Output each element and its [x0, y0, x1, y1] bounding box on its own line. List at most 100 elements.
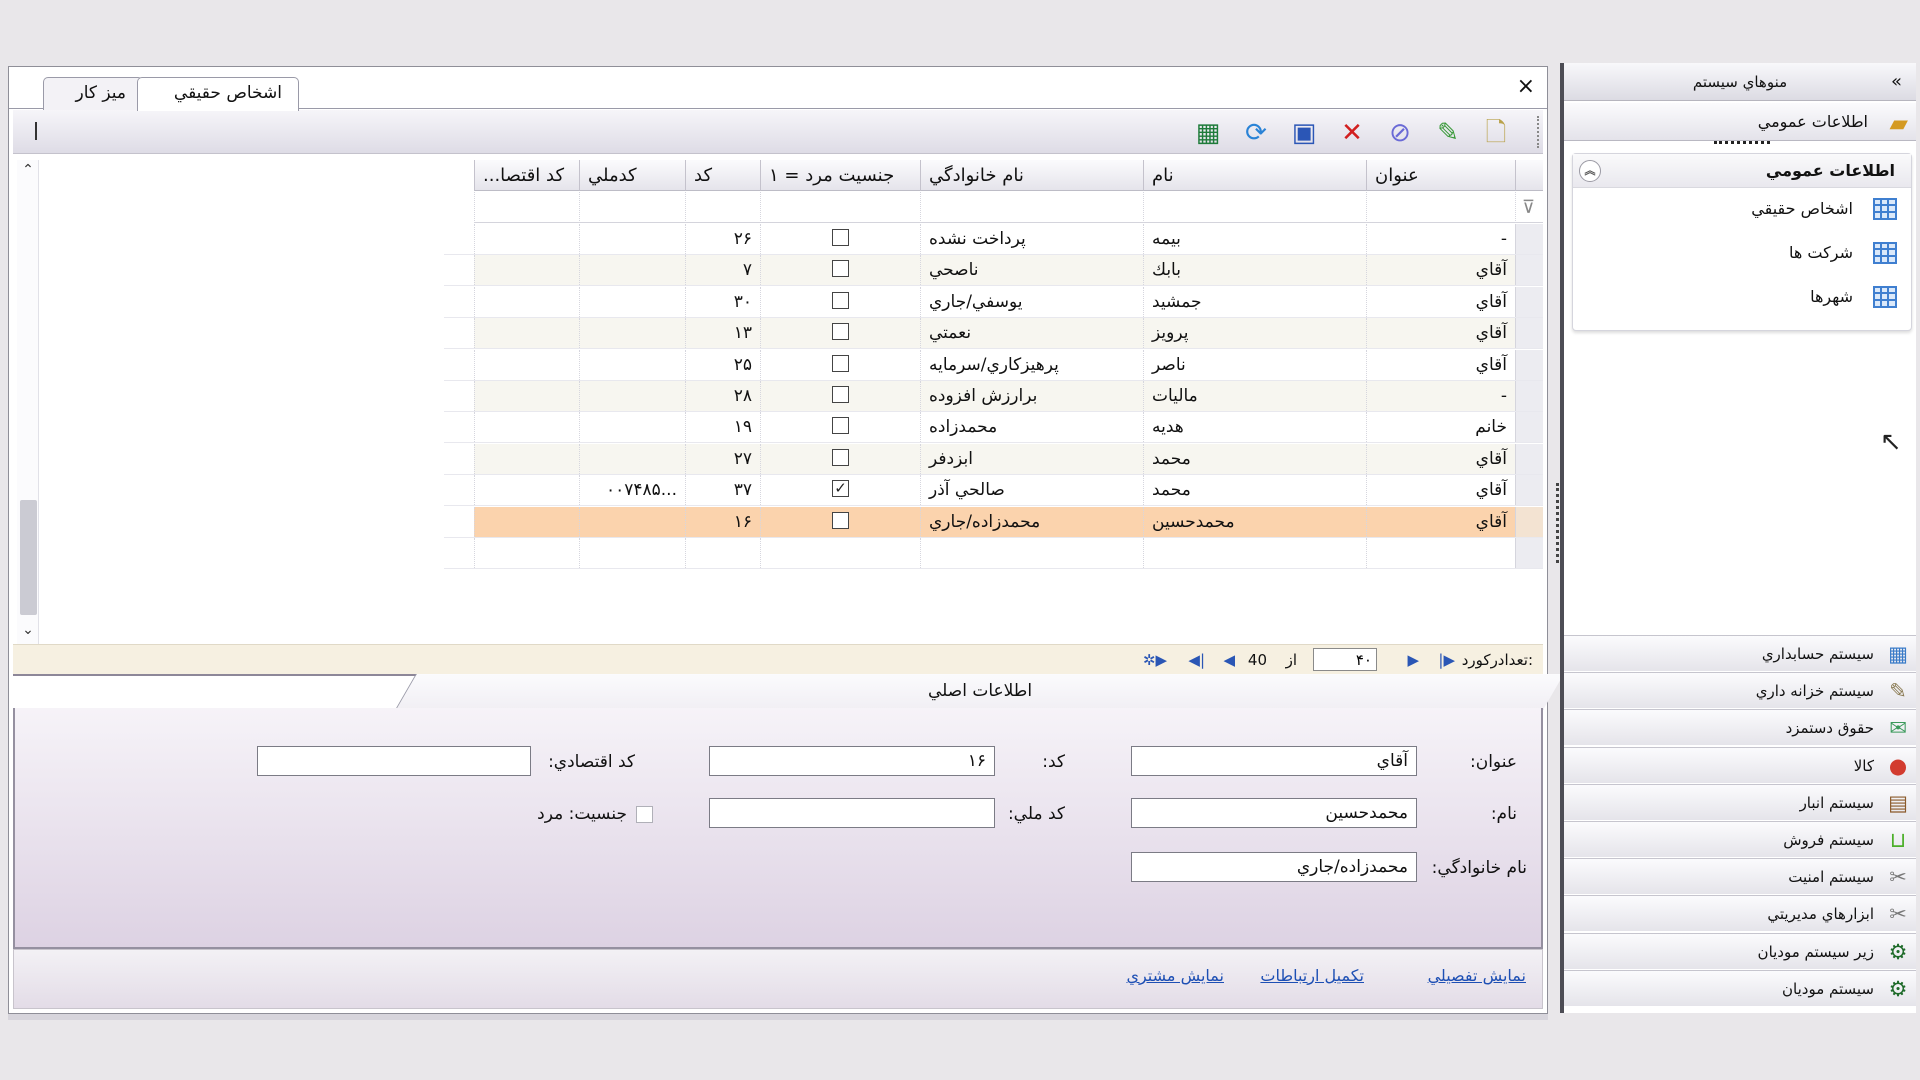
cell-economic-code[interactable]	[474, 255, 579, 286]
horizontal-scrollbar[interactable]	[8, 1014, 1548, 1020]
first-page-icon[interactable]: |◀	[1188, 649, 1205, 671]
table-row[interactable]: آقاي ناصر پرهيزكاري/سرمايه ۲۵	[444, 349, 1543, 381]
row-indicator[interactable]	[1515, 224, 1543, 254]
cell-national-code[interactable]	[579, 286, 685, 317]
cell-gender[interactable]	[760, 381, 920, 411]
toolbar-grip[interactable]	[1537, 116, 1541, 148]
header-title[interactable]: عنوان	[1366, 160, 1515, 191]
filter-cell[interactable]	[1366, 192, 1515, 223]
table-row[interactable]: آقاي پرويز نعمتي ۱۳	[444, 318, 1543, 350]
filter-cell[interactable]	[760, 192, 920, 223]
cell-last-name[interactable]: پرداخت نشده	[920, 224, 1143, 254]
cell-national-code[interactable]	[579, 349, 685, 380]
filter-cell[interactable]	[1143, 192, 1366, 223]
group-splitter[interactable]	[1714, 141, 1770, 147]
tree-item-cities[interactable]: شهرها	[1573, 282, 1911, 312]
cell-gender[interactable]	[760, 318, 920, 349]
cell-title[interactable]: آقاي	[1366, 349, 1515, 380]
vertical-scrollbar[interactable]: ⌃ ⌄	[17, 160, 39, 644]
cell-economic-code[interactable]	[474, 412, 579, 443]
cell-gender[interactable]	[760, 286, 920, 317]
cell-first-name[interactable]: هديه	[1143, 412, 1366, 443]
empty-cell[interactable]	[685, 538, 760, 568]
cell-last-name[interactable]: محمدزاده	[920, 412, 1143, 443]
cell-first-name[interactable]: جمشيد	[1143, 286, 1366, 317]
system-button[interactable]: ✎ سيستم خزانه داري	[1564, 672, 1916, 709]
header-code[interactable]: كد	[685, 160, 760, 191]
row-indicator[interactable]	[1515, 412, 1543, 443]
scroll-down-icon[interactable]: ⌄	[17, 622, 39, 644]
tree-item-companies[interactable]: شركت ها	[1573, 238, 1911, 268]
cell-gender[interactable]	[760, 443, 920, 474]
cell-national-code[interactable]	[579, 381, 685, 411]
row-indicator[interactable]	[1515, 349, 1543, 380]
cell-economic-code[interactable]	[474, 381, 579, 411]
cell-first-name[interactable]: محمد	[1143, 443, 1366, 474]
cell-last-name[interactable]: صالحي آذر	[920, 475, 1143, 506]
cell-economic-code[interactable]	[474, 318, 579, 349]
cell-economic-code[interactable]	[474, 506, 579, 537]
record-number-input[interactable]	[1313, 648, 1377, 671]
table-row[interactable]: آقاي محمدحسين محمدزاده/جاري ۱۶	[444, 506, 1543, 538]
last-name-field[interactable]: محمدزاده/جاري	[1131, 852, 1417, 882]
row-indicator[interactable]	[1515, 475, 1543, 506]
system-button[interactable]: ▤ سيستم انبار	[1564, 783, 1916, 820]
filter-cell[interactable]	[474, 192, 579, 223]
cell-first-name[interactable]: ناصر	[1143, 349, 1366, 380]
new-document-icon[interactable]: 🗋	[1479, 117, 1513, 149]
cell-title[interactable]: آقاي	[1366, 255, 1515, 286]
checkbox[interactable]	[832, 229, 849, 246]
checkbox-checked[interactable]: ✓	[832, 480, 849, 498]
checkbox[interactable]	[832, 417, 849, 435]
table-row[interactable]: آقاي محمد صالحي آذر ✓ ۳۷ ...۰۰۷۴۸۵	[444, 475, 1543, 507]
cell-last-name[interactable]: ابزدفر	[920, 443, 1143, 474]
system-button[interactable]: ▦ سيستم حسابداري	[1564, 635, 1916, 671]
system-button[interactable]: ● كالا	[1564, 746, 1916, 783]
row-indicator[interactable]	[1515, 443, 1543, 474]
filter-cell[interactable]	[579, 192, 685, 223]
cell-code[interactable]: ۷	[685, 255, 760, 286]
system-button[interactable]: ✂ سيستم امنيت	[1564, 858, 1916, 895]
cell-first-name[interactable]: محمد	[1143, 475, 1366, 506]
checkbox[interactable]	[832, 511, 849, 529]
show-detail-link[interactable]: نمايش تفصيلي	[1428, 966, 1526, 985]
cell-gender[interactable]: ✓	[760, 475, 920, 506]
cell-code[interactable]: ۳۷	[685, 475, 760, 506]
cell-national-code[interactable]	[579, 318, 685, 349]
code-field[interactable]: ۱۶	[709, 746, 995, 776]
header-gender[interactable]: جنسيت مرد = ۱	[760, 160, 920, 191]
system-button[interactable]: ⚙ زير سيستم موديان	[1564, 932, 1916, 969]
cell-economic-code[interactable]	[474, 443, 579, 474]
header-economic-code[interactable]: كد اقتصا...	[474, 160, 579, 191]
cell-gender[interactable]	[760, 255, 920, 286]
cell-gender[interactable]	[760, 224, 920, 254]
show-customer-link[interactable]: نمايش مشتري	[1126, 966, 1224, 985]
empty-cell[interactable]	[1143, 538, 1366, 568]
cell-title[interactable]: آقاي	[1366, 443, 1515, 474]
cell-national-code[interactable]	[579, 255, 685, 286]
table-row[interactable]: آقاي بابك ناصحي ۷	[444, 255, 1543, 287]
cell-code[interactable]: ۲۶	[685, 224, 760, 254]
tab-persons[interactable]: اشخاص حقيقي	[137, 77, 299, 111]
cell-title[interactable]: آقاي	[1366, 506, 1515, 537]
economic-code-field[interactable]	[257, 746, 531, 776]
table-row[interactable]: - ماليات برارزش افزوده ۲۸	[444, 381, 1543, 412]
cell-first-name[interactable]: ماليات	[1143, 381, 1366, 411]
system-button[interactable]: ✉ حقوق دستمزد	[1564, 709, 1916, 746]
last-page-icon[interactable]: ▶|	[1438, 649, 1455, 671]
cell-code[interactable]: ۲۸	[685, 381, 760, 411]
group-general-info[interactable]: ▰ اطلاعات عمومي	[1564, 103, 1916, 141]
cell-title[interactable]: آقاي	[1366, 475, 1515, 506]
national-code-field[interactable]	[709, 798, 995, 828]
collapse-panel-icon[interactable]: »	[1891, 63, 1902, 101]
cell-title[interactable]: -	[1366, 224, 1515, 254]
empty-cell[interactable]	[1366, 538, 1515, 568]
cell-national-code[interactable]	[579, 412, 685, 443]
cell-code[interactable]: ۱۶	[685, 506, 760, 537]
cell-last-name[interactable]: يوسفي/جاري	[920, 286, 1143, 317]
cell-title[interactable]: آقاي	[1366, 286, 1515, 317]
row-indicator[interactable]	[1515, 506, 1543, 537]
cell-title[interactable]: -	[1366, 381, 1515, 411]
system-button[interactable]: ⊔ سيستم فروش	[1564, 821, 1916, 857]
filter-cell[interactable]	[920, 192, 1143, 223]
